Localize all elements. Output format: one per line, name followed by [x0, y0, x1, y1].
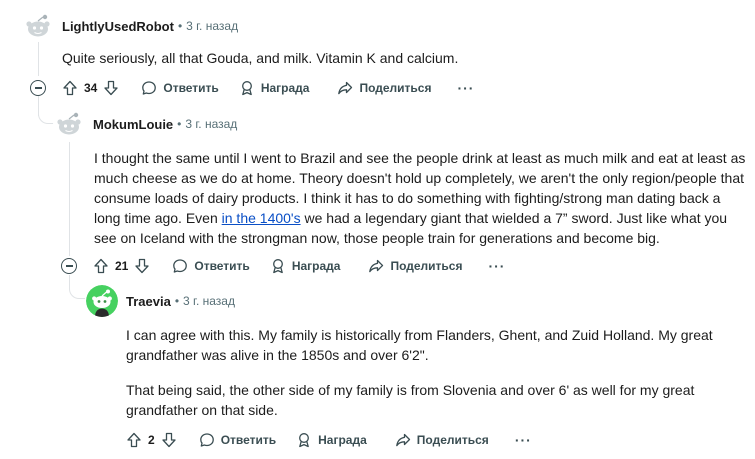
snoo-avatar-icon [22, 10, 54, 42]
comment-header: Traevia • 3 г. назад [86, 285, 235, 317]
comment-action-bar: 21 Ответить Награда Поделиться ··· [61, 252, 505, 280]
meta-separator: • [177, 117, 182, 131]
reply-label: Ответить [220, 433, 277, 447]
upvote-icon[interactable] [93, 258, 109, 274]
comment-timestamp[interactable]: 3 г. назад [185, 117, 237, 131]
comment-body: Quite seriously, all that Gouda, and mil… [62, 48, 742, 68]
award-label: Награда [260, 81, 310, 95]
share-arrow-icon [395, 433, 410, 447]
award-button[interactable]: Награда [270, 258, 341, 274]
reply-label: Ответить [194, 259, 250, 273]
thread-line-level-2[interactable] [69, 142, 70, 256]
collapse-button[interactable] [30, 80, 46, 96]
downvote-icon[interactable] [134, 258, 150, 274]
collapse-button[interactable] [61, 258, 77, 274]
comment-body: I can agree with this. My family is hist… [126, 325, 736, 420]
thread-elbow-1 [38, 108, 54, 124]
upvote-icon[interactable] [126, 432, 142, 448]
meta-separator: • [174, 294, 180, 308]
comment-paragraph: Quite seriously, all that Gouda, and mil… [62, 50, 459, 66]
award-icon [272, 259, 283, 274]
award-button[interactable]: Награда [239, 80, 310, 96]
thread-line-level-1[interactable] [38, 42, 39, 76]
share-label: Поделиться [359, 81, 432, 95]
award-label: Награда [291, 259, 341, 273]
vote-count: 2 [148, 433, 155, 447]
more-options-button[interactable]: ··· [515, 432, 532, 448]
comment-paragraph: That being said, the other side of my fa… [126, 382, 695, 418]
vote-count: 21 [115, 259, 129, 273]
meta-separator: • [177, 19, 183, 33]
comment-author[interactable]: Traevia [126, 294, 171, 309]
comment-timestamp[interactable]: 3 г. назад [183, 294, 235, 308]
avatar[interactable] [22, 10, 54, 42]
share-button[interactable]: Поделиться [337, 80, 431, 96]
reply-button[interactable]: Ответить [141, 80, 219, 96]
share-label: Поделиться [416, 433, 489, 447]
share-button[interactable]: Поделиться [368, 258, 462, 274]
share-label: Поделиться [390, 259, 463, 273]
more-options-button[interactable]: ··· [457, 80, 474, 96]
inline-link[interactable]: in the 1400's [222, 210, 301, 226]
vote-group: 2 [126, 432, 177, 448]
comment-bubble-icon [173, 259, 188, 273]
award-icon [299, 433, 310, 448]
snoo-avatar-icon [53, 108, 85, 140]
vote-count: 34 [84, 81, 98, 95]
comment-header: MokumLouie • 3 г. назад [53, 108, 237, 140]
comment-bubble-icon [142, 81, 157, 95]
downvote-icon[interactable] [161, 432, 177, 448]
reply-label: Ответить [163, 81, 219, 95]
comment-paragraph: I can agree with this. My family is hist… [126, 327, 713, 363]
avatar[interactable] [53, 108, 85, 140]
vote-group: 34 [62, 80, 119, 96]
share-arrow-icon [338, 81, 353, 95]
comment-author[interactable]: MokumLouie [93, 117, 173, 132]
award-button[interactable]: Награда [296, 432, 367, 448]
comment-action-bar: 34 Ответить Награда Поделиться ··· [30, 74, 474, 102]
award-label: Награда [318, 433, 367, 447]
comment-body: I thought the same until I went to Brazi… [94, 148, 749, 248]
downvote-icon[interactable] [103, 80, 119, 96]
comment-bubble-icon [199, 433, 214, 447]
share-button[interactable]: Поделиться [395, 432, 489, 448]
avatar[interactable] [86, 285, 118, 317]
comment-timestamp[interactable]: 3 г. назад [186, 19, 238, 33]
reply-button[interactable]: Ответить [199, 432, 276, 448]
share-arrow-icon [369, 259, 384, 273]
snoo-avatar-icon [86, 285, 118, 317]
more-options-button[interactable]: ··· [488, 258, 505, 274]
thread-elbow-2 [69, 283, 85, 299]
comment-header: LightlyUsedRobot • 3 г. назад [22, 10, 238, 42]
comment-paragraph: I thought the same until I went to Brazi… [94, 148, 749, 248]
award-icon [241, 81, 252, 96]
comment-action-bar: 2 Ответить Награда Поделиться ··· [126, 426, 532, 454]
reply-button[interactable]: Ответить [172, 258, 250, 274]
vote-group: 21 [93, 258, 150, 274]
comment-author[interactable]: LightlyUsedRobot [62, 19, 174, 34]
upvote-icon[interactable] [62, 80, 78, 96]
